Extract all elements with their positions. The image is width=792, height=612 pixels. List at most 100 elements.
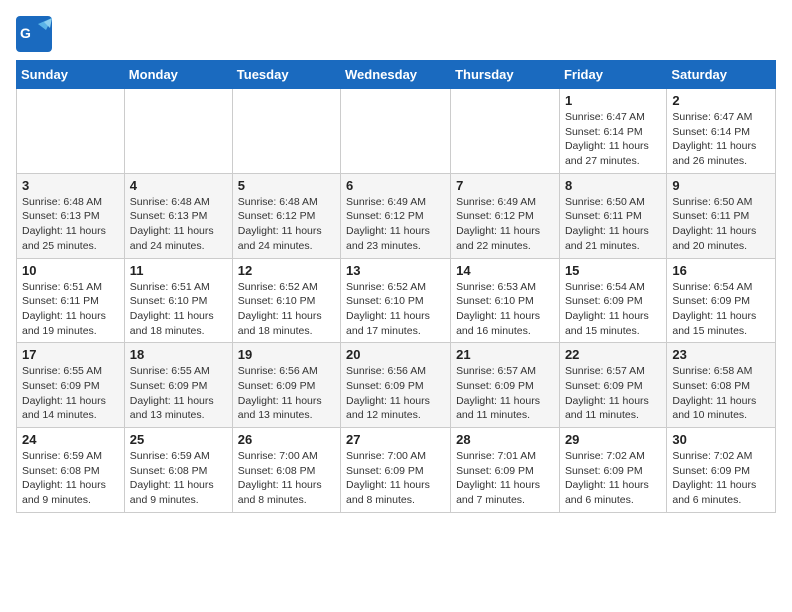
day-info: Sunrise: 6:52 AMSunset: 6:10 PMDaylight:… [346, 280, 445, 339]
day-number: 4 [130, 178, 227, 193]
day-info: Sunrise: 6:57 AMSunset: 6:09 PMDaylight:… [565, 364, 661, 423]
day-number: 25 [130, 432, 227, 447]
calendar-cell [232, 89, 340, 174]
day-info: Sunrise: 7:02 AMSunset: 6:09 PMDaylight:… [565, 449, 661, 508]
page-container: G SundayMondayTuesdayWednesdayThursdayFr… [16, 16, 776, 513]
day-number: 1 [565, 93, 661, 108]
day-number: 3 [22, 178, 119, 193]
calendar-cell: 18 Sunrise: 6:55 AMSunset: 6:09 PMDayligh… [124, 343, 232, 428]
calendar-cell: 10Sunrise: 6:51 AMSunset: 6:11 PMDayligh… [17, 258, 125, 343]
calendar-week-2: 10Sunrise: 6:51 AMSunset: 6:11 PMDayligh… [17, 258, 776, 343]
logo: G [16, 16, 56, 52]
day-number: 7 [456, 178, 554, 193]
calendar-cell: 3 Sunrise: 6:48 AMSunset: 6:13 PMDaylight… [17, 173, 125, 258]
day-info: Sunrise: 6:58 AMSunset: 6:08 PMDaylight:… [672, 364, 770, 423]
calendar-cell: 26 Sunrise: 7:00 AMSunset: 6:08 PMDayligh… [232, 428, 340, 513]
day-info: Sunrise: 6:56 AMSunset: 6:09 PMDaylight:… [238, 364, 335, 423]
calendar-cell: 4 Sunrise: 6:48 AMSunset: 6:13 PMDaylight… [124, 173, 232, 258]
day-info: Sunrise: 6:53 AMSunset: 6:10 PMDaylight:… [456, 280, 554, 339]
day-number: 14 [456, 263, 554, 278]
day-number: 21 [456, 347, 554, 362]
calendar-cell [124, 89, 232, 174]
calendar-cell: 17 Sunrise: 6:55 AMSunset: 6:09 PMDayligh… [17, 343, 125, 428]
day-number: 26 [238, 432, 335, 447]
calendar-cell: 21 Sunrise: 6:57 AMSunset: 6:09 PMDayligh… [451, 343, 560, 428]
calendar-cell [17, 89, 125, 174]
calendar-cell: 5Sunrise: 6:48 AMSunset: 6:12 PMDaylight… [232, 173, 340, 258]
day-number: 8 [565, 178, 661, 193]
day-number: 10 [22, 263, 119, 278]
day-info: Sunrise: 6:57 AMSunset: 6:09 PMDaylight:… [456, 364, 554, 423]
calendar-cell: 24 Sunrise: 6:59 AMSunset: 6:08 PMDayligh… [17, 428, 125, 513]
weekday-header-row: SundayMondayTuesdayWednesdayThursdayFrid… [17, 61, 776, 89]
day-number: 9 [672, 178, 770, 193]
day-info: Sunrise: 6:55 AMSunset: 6:09 PMDaylight:… [22, 364, 119, 423]
day-number: 16 [672, 263, 770, 278]
day-number: 18 [130, 347, 227, 362]
day-number: 28 [456, 432, 554, 447]
day-info: Sunrise: 6:52 AMSunset: 6:10 PMDaylight:… [238, 280, 335, 339]
day-info: Sunrise: 7:01 AMSunset: 6:09 PMDaylight:… [456, 449, 554, 508]
day-info: Sunrise: 6:59 AMSunset: 6:08 PMDaylight:… [130, 449, 227, 508]
calendar-cell: 8 Sunrise: 6:50 AMSunset: 6:11 PMDaylight… [559, 173, 666, 258]
calendar-cell: 19Sunrise: 6:56 AMSunset: 6:09 PMDayligh… [232, 343, 340, 428]
day-info: Sunrise: 7:00 AMSunset: 6:08 PMDaylight:… [238, 449, 335, 508]
calendar-table: SundayMondayTuesdayWednesdayThursdayFrid… [16, 60, 776, 513]
calendar-cell: 30Sunrise: 7:02 AMSunset: 6:09 PMDayligh… [667, 428, 776, 513]
calendar-cell: 13 Sunrise: 6:52 AMSunset: 6:10 PMDayligh… [341, 258, 451, 343]
day-number: 17 [22, 347, 119, 362]
day-info: Sunrise: 6:48 AMSunset: 6:13 PMDaylight:… [22, 195, 119, 254]
day-info: Sunrise: 7:02 AMSunset: 6:09 PMDaylight:… [672, 449, 770, 508]
calendar-cell: 28 Sunrise: 7:01 AMSunset: 6:09 PMDayligh… [451, 428, 560, 513]
calendar-week-0: 1 Sunrise: 6:47 AMSunset: 6:14 PMDaylight… [17, 89, 776, 174]
day-info: Sunrise: 6:54 AMSunset: 6:09 PMDaylight:… [565, 280, 661, 339]
weekday-header-saturday: Saturday [667, 61, 776, 89]
header: G [16, 16, 776, 52]
calendar-week-1: 3 Sunrise: 6:48 AMSunset: 6:13 PMDaylight… [17, 173, 776, 258]
calendar-cell: 23 Sunrise: 6:58 AMSunset: 6:08 PMDayligh… [667, 343, 776, 428]
day-number: 5 [238, 178, 335, 193]
svg-text:G: G [20, 25, 31, 41]
day-number: 29 [565, 432, 661, 447]
day-number: 6 [346, 178, 445, 193]
calendar-cell: 9Sunrise: 6:50 AMSunset: 6:11 PMDaylight… [667, 173, 776, 258]
day-info: Sunrise: 6:55 AMSunset: 6:09 PMDaylight:… [130, 364, 227, 423]
calendar-cell: 11Sunrise: 6:51 AMSunset: 6:10 PMDayligh… [124, 258, 232, 343]
calendar-cell: 27Sunrise: 7:00 AMSunset: 6:09 PMDayligh… [341, 428, 451, 513]
day-info: Sunrise: 6:59 AMSunset: 6:08 PMDaylight:… [22, 449, 119, 508]
day-number: 24 [22, 432, 119, 447]
day-info: Sunrise: 6:49 AMSunset: 6:12 PMDaylight:… [456, 195, 554, 254]
calendar-cell: 14 Sunrise: 6:53 AMSunset: 6:10 PMDayligh… [451, 258, 560, 343]
weekday-header-wednesday: Wednesday [341, 61, 451, 89]
logo-icon: G [16, 16, 52, 52]
calendar-cell: 16 Sunrise: 6:54 AMSunset: 6:09 PMDayligh… [667, 258, 776, 343]
calendar-cell: 15Sunrise: 6:54 AMSunset: 6:09 PMDayligh… [559, 258, 666, 343]
day-info: Sunrise: 6:48 AMSunset: 6:13 PMDaylight:… [130, 195, 227, 254]
day-number: 20 [346, 347, 445, 362]
calendar-cell [341, 89, 451, 174]
weekday-header-sunday: Sunday [17, 61, 125, 89]
day-info: Sunrise: 6:54 AMSunset: 6:09 PMDaylight:… [672, 280, 770, 339]
calendar-week-4: 24 Sunrise: 6:59 AMSunset: 6:08 PMDayligh… [17, 428, 776, 513]
day-info: Sunrise: 6:47 AMSunset: 6:14 PMDaylight:… [672, 110, 770, 169]
calendar-cell: 6Sunrise: 6:49 AMSunset: 6:12 PMDaylight… [341, 173, 451, 258]
weekday-header-friday: Friday [559, 61, 666, 89]
calendar-cell: 25 Sunrise: 6:59 AMSunset: 6:08 PMDayligh… [124, 428, 232, 513]
calendar-cell: 12 Sunrise: 6:52 AMSunset: 6:10 PMDayligh… [232, 258, 340, 343]
day-info: Sunrise: 6:56 AMSunset: 6:09 PMDaylight:… [346, 364, 445, 423]
calendar-cell: 7 Sunrise: 6:49 AMSunset: 6:12 PMDaylight… [451, 173, 560, 258]
calendar-cell: 29 Sunrise: 7:02 AMSunset: 6:09 PMDayligh… [559, 428, 666, 513]
day-number: 13 [346, 263, 445, 278]
calendar-cell: 2Sunrise: 6:47 AMSunset: 6:14 PMDaylight… [667, 89, 776, 174]
day-info: Sunrise: 6:50 AMSunset: 6:11 PMDaylight:… [565, 195, 661, 254]
weekday-header-thursday: Thursday [451, 61, 560, 89]
day-number: 12 [238, 263, 335, 278]
day-info: Sunrise: 6:47 AMSunset: 6:14 PMDaylight:… [565, 110, 661, 169]
day-number: 22 [565, 347, 661, 362]
calendar-cell [451, 89, 560, 174]
calendar-cell: 22 Sunrise: 6:57 AMSunset: 6:09 PMDayligh… [559, 343, 666, 428]
day-number: 27 [346, 432, 445, 447]
weekday-header-monday: Monday [124, 61, 232, 89]
day-number: 23 [672, 347, 770, 362]
calendar-week-3: 17 Sunrise: 6:55 AMSunset: 6:09 PMDayligh… [17, 343, 776, 428]
